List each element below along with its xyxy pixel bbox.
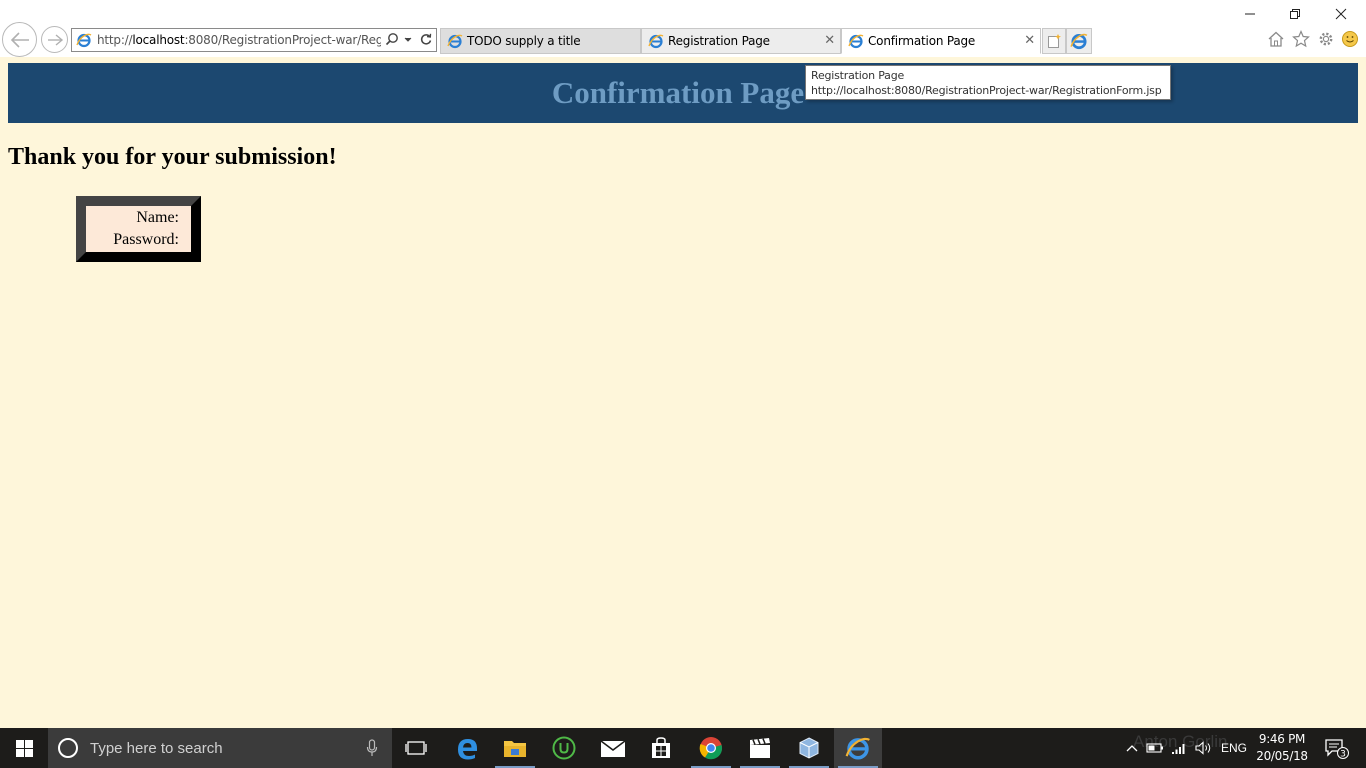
close-icon bbox=[1335, 8, 1347, 20]
ie-page-icon bbox=[447, 34, 463, 49]
utorrent-icon bbox=[552, 736, 576, 760]
mail-taskbar-button[interactable] bbox=[589, 728, 637, 768]
smiley-icon bbox=[1342, 31, 1358, 47]
microphone-icon[interactable] bbox=[366, 739, 378, 757]
address-bar[interactable]: http://localhost:8080/RegistrationProjec… bbox=[71, 28, 437, 52]
start-button[interactable] bbox=[0, 728, 48, 768]
taskbar-search-box[interactable]: Type here to search bbox=[48, 728, 392, 768]
browser-chrome: http://localhost:8080/RegistrationProjec… bbox=[0, 0, 1366, 57]
minimize-icon bbox=[1245, 13, 1255, 15]
page-content: Confirmation Page Thank you for your sub… bbox=[0, 57, 1366, 728]
edge-icon bbox=[458, 739, 477, 760]
virtualbox-icon bbox=[799, 737, 819, 759]
action-center-button[interactable]: 3 bbox=[1318, 728, 1354, 768]
url-rest: :8080/RegistrationProject-war/Registra bbox=[184, 33, 381, 47]
home-button[interactable] bbox=[1265, 28, 1287, 50]
star-icon bbox=[1292, 30, 1310, 48]
tab-tooltip: Registration Page http://localhost:8080/… bbox=[805, 65, 1171, 100]
thank-you-heading: Thank you for your submission! bbox=[8, 144, 337, 170]
tab-todo[interactable]: TODO supply a title bbox=[440, 28, 641, 54]
taskbar: Type here to search Anton Gorlin ENG 9:4… bbox=[0, 728, 1366, 768]
tab-confirmation[interactable]: Confirmation Page ✕ bbox=[841, 28, 1041, 54]
language-indicator[interactable]: ENG bbox=[1218, 728, 1250, 768]
search-icon[interactable] bbox=[385, 32, 399, 50]
battery-tray-button[interactable] bbox=[1144, 728, 1166, 768]
name-label: Name: bbox=[136, 209, 179, 226]
virtualbox-taskbar-button[interactable] bbox=[785, 728, 833, 768]
clock[interactable]: 9:46 PM 20/05/18 bbox=[1256, 731, 1308, 765]
store-taskbar-button[interactable] bbox=[637, 728, 685, 768]
battery-icon bbox=[1146, 743, 1163, 753]
close-tab-icon[interactable]: ✕ bbox=[1024, 33, 1035, 49]
tab-registration[interactable]: Registration Page ✕ bbox=[641, 28, 841, 54]
submission-details-box: Name: Password: bbox=[76, 196, 201, 262]
edge-taskbar-button[interactable] bbox=[443, 728, 491, 768]
minimize-button[interactable] bbox=[1235, 4, 1265, 24]
page-title: Confirmation Page bbox=[551, 75, 805, 110]
refresh-icon[interactable] bbox=[419, 32, 433, 50]
close-window-button[interactable] bbox=[1326, 4, 1356, 24]
search-placeholder: Type here to search bbox=[90, 739, 223, 757]
forward-arrow-icon bbox=[47, 33, 63, 46]
restore-button[interactable] bbox=[1280, 4, 1310, 24]
file-explorer-taskbar-button[interactable] bbox=[491, 728, 539, 768]
back-arrow-icon bbox=[10, 31, 29, 48]
clock-date: 20/05/18 bbox=[1256, 749, 1308, 763]
new-tab-icon bbox=[1048, 34, 1061, 48]
mail-icon bbox=[600, 740, 626, 757]
chevron-down-icon[interactable] bbox=[403, 32, 413, 50]
ie-icon bbox=[1070, 33, 1088, 50]
back-button[interactable] bbox=[2, 22, 37, 57]
cortana-icon bbox=[58, 738, 78, 758]
tools-button[interactable] bbox=[1315, 28, 1337, 50]
url-text[interactable]: http://localhost:8080/RegistrationProjec… bbox=[97, 33, 381, 47]
notifications-icon: 3 bbox=[1325, 739, 1349, 760]
video-editor-taskbar-button[interactable] bbox=[736, 728, 784, 768]
windows-logo-icon bbox=[15, 739, 33, 757]
new-tab-button[interactable] bbox=[1042, 28, 1066, 54]
show-hidden-icons-button[interactable] bbox=[1122, 728, 1142, 768]
notification-count: 3 bbox=[1340, 750, 1346, 760]
network-tray-button[interactable] bbox=[1168, 728, 1190, 768]
gear-icon bbox=[1319, 32, 1333, 46]
ie-page-icon bbox=[848, 34, 864, 49]
chrome-taskbar-button[interactable] bbox=[687, 728, 735, 768]
ie-page-icon bbox=[76, 33, 92, 48]
ie-page-icon bbox=[648, 34, 664, 49]
url-prefix: http:// bbox=[97, 33, 133, 47]
favorites-button[interactable] bbox=[1290, 28, 1312, 50]
clapperboard-icon bbox=[750, 738, 770, 758]
ie-quick-tab-button[interactable] bbox=[1066, 28, 1092, 54]
wifi-signal-icon bbox=[1172, 744, 1185, 754]
internet-explorer-icon bbox=[845, 737, 870, 760]
task-view-icon bbox=[405, 741, 427, 755]
chrome-icon bbox=[699, 737, 723, 760]
speaker-icon bbox=[1195, 741, 1211, 755]
volume-tray-button[interactable] bbox=[1192, 728, 1216, 768]
feedback-button[interactable] bbox=[1339, 28, 1361, 50]
tooltip-title: Registration Page bbox=[811, 69, 905, 82]
store-icon bbox=[652, 737, 670, 758]
home-icon bbox=[1268, 31, 1284, 47]
close-tab-icon[interactable]: ✕ bbox=[824, 33, 835, 49]
clock-time: 9:46 PM bbox=[1258, 732, 1306, 746]
tab-label: Registration Page bbox=[668, 34, 770, 48]
tooltip-url: http://localhost:8080/RegistrationProjec… bbox=[811, 84, 1162, 97]
forward-button[interactable] bbox=[41, 26, 68, 53]
restore-icon bbox=[1290, 9, 1300, 19]
utorrent-taskbar-button[interactable] bbox=[540, 728, 588, 768]
task-view-button[interactable] bbox=[392, 728, 440, 768]
internet-explorer-taskbar-button[interactable] bbox=[834, 728, 882, 768]
folder-icon bbox=[504, 741, 526, 757]
tab-label: Confirmation Page bbox=[868, 34, 976, 48]
tab-label: TODO supply a title bbox=[467, 34, 581, 48]
url-host: localhost bbox=[132, 33, 185, 47]
password-label: Password: bbox=[113, 231, 179, 248]
chevron-up-icon bbox=[1126, 745, 1138, 752]
